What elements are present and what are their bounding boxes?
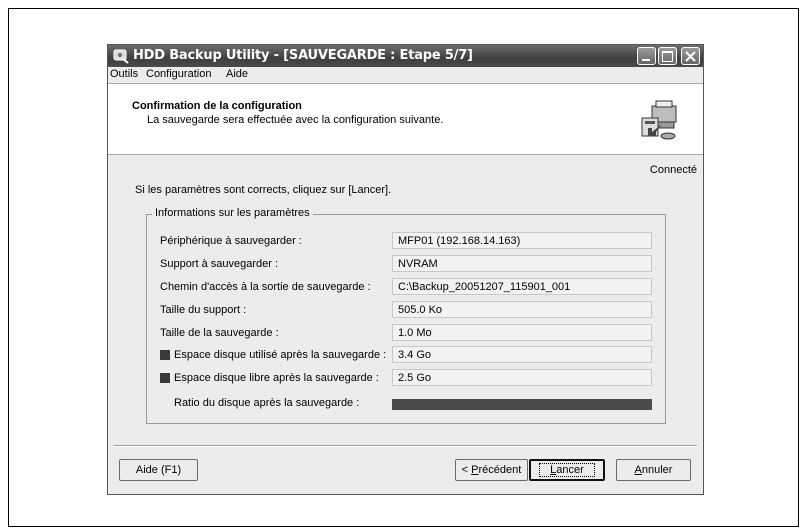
device-value: MFP01 (192.168.14.163) bbox=[392, 232, 652, 249]
window-title: HDD Backup Utility - [SAUVEGARDE : Etape… bbox=[133, 48, 473, 63]
backup-wizard-window: HDD Backup Utility - [SAUVEGARDE : Etape… bbox=[107, 44, 704, 495]
help-button[interactable]: Aide (F1) bbox=[119, 459, 198, 481]
previous-button-prefix: < bbox=[461, 464, 472, 476]
free-space-label: Espace disque libre après la sauvegarde … bbox=[174, 372, 379, 384]
used-space-value: 3.4 Go bbox=[392, 346, 652, 363]
launch-button-label: ancer bbox=[556, 464, 584, 476]
minimize-button[interactable] bbox=[637, 47, 656, 65]
support-label: Support à sauvegarder : bbox=[160, 258, 279, 270]
title-bar[interactable]: HDD Backup Utility - [SAUVEGARDE : Etape… bbox=[108, 45, 703, 67]
device-label: Périphérique à sauvegarder : bbox=[160, 235, 302, 247]
cancel-button-mnemonic: A bbox=[634, 464, 642, 476]
support-value: NVRAM bbox=[392, 255, 652, 272]
menu-aide[interactable]: Aide bbox=[226, 68, 248, 80]
previous-button-mnemonic: P bbox=[471, 464, 479, 476]
free-space-value: 2.5 Go bbox=[392, 369, 652, 386]
menu-configuration[interactable]: Configuration bbox=[146, 68, 211, 80]
button-separator bbox=[114, 445, 697, 447]
menu-bar: Outils Configuration Aide bbox=[108, 67, 703, 83]
printer-backup-icon bbox=[641, 100, 677, 140]
used-space-swatch bbox=[160, 350, 170, 360]
disk-ratio-bar bbox=[392, 399, 652, 410]
step-subtitle: La sauvegarde sera effectuée avec la con… bbox=[147, 114, 444, 126]
connection-status: Connecté bbox=[649, 164, 697, 176]
output-path-value: C:\Backup_20051207_115901_001 bbox=[392, 278, 652, 295]
disk-ratio-label: Ratio du disque après la sauvegarde : bbox=[174, 397, 360, 409]
free-space-swatch bbox=[160, 373, 170, 383]
previous-button-label: récédent bbox=[478, 464, 522, 476]
help-button-label: Aide (F1) bbox=[135, 464, 182, 476]
parameters-groupbox-title: Informations sur les paramètres bbox=[152, 207, 313, 219]
menu-outils[interactable]: Outils bbox=[110, 68, 138, 80]
close-icon bbox=[685, 51, 696, 62]
launch-button-focus: Lancer bbox=[539, 463, 595, 477]
instruction-text: Si les paramètres sont corrects, cliquez… bbox=[135, 184, 392, 196]
maximize-button[interactable] bbox=[658, 47, 677, 65]
step-title: Confirmation de la configuration bbox=[132, 100, 302, 112]
previous-button[interactable]: < Précédent bbox=[455, 459, 528, 481]
close-button[interactable] bbox=[681, 47, 700, 65]
backup-size-value: 1.0 Mo bbox=[392, 324, 652, 341]
wizard-header: Confirmation de la configuration La sauv… bbox=[108, 83, 703, 155]
media-size-value: 505.0 Ko bbox=[392, 301, 652, 318]
cancel-button[interactable]: Annuler bbox=[616, 459, 691, 481]
media-size-label: Taille du support : bbox=[160, 304, 247, 316]
cancel-button-label: nnuler bbox=[641, 464, 673, 476]
used-space-label: Espace disque utilisé après la sauvegard… bbox=[174, 349, 387, 361]
launch-button[interactable]: Lancer bbox=[529, 459, 605, 481]
app-disk-icon bbox=[113, 49, 129, 64]
output-path-label: Chemin d'accès à la sortie de sauvegarde… bbox=[160, 281, 371, 293]
backup-size-label: Taille de la sauvegarde : bbox=[160, 327, 279, 339]
